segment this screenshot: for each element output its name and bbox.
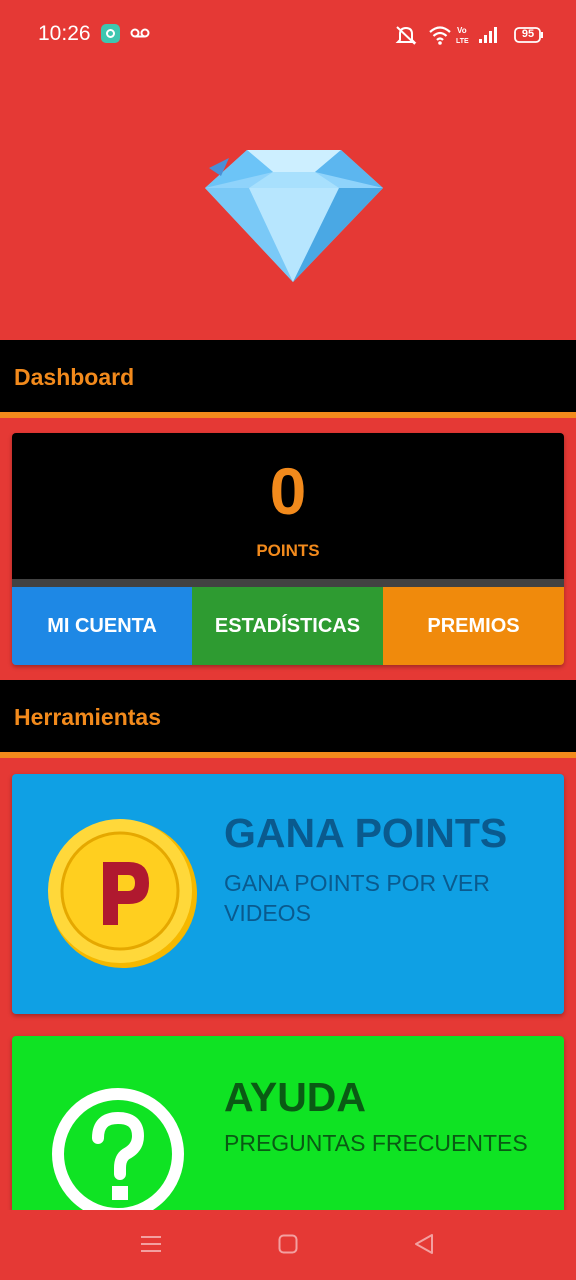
signal-icon <box>479 27 497 43</box>
ayuda-subtitle: PREGUNTAS FRECUENTES <box>224 1130 528 1156</box>
points-label: POINTS <box>256 541 320 560</box>
volte-icon: Vo LTE <box>456 26 469 45</box>
dashboard-buttons: MI CUENTA ESTADÍSTICAS PREMIOS <box>12 587 564 665</box>
diamond-icon <box>205 150 383 282</box>
gana-points-title: GANA POINTS <box>224 810 508 856</box>
hero-banner <box>0 70 576 340</box>
ayuda-title: AYUDA <box>224 1074 367 1120</box>
chat-app-icon <box>101 24 120 43</box>
herramientas-title: Herramientas <box>14 704 162 730</box>
back-icon[interactable] <box>414 1233 434 1255</box>
menu-icon[interactable] <box>140 1234 162 1254</box>
gana-points-card[interactable]: GANA POINTS GANA POINTS POR VER VIDEOS <box>12 774 564 1014</box>
points-card: 0 POINTS MI CUENTA ESTADÍSTICAS PREMIOS <box>12 433 564 665</box>
svg-text:Vo: Vo <box>457 26 467 35</box>
points-divider <box>12 579 564 587</box>
estadisticas-button[interactable]: ESTADÍSTICAS <box>192 587 383 665</box>
home-icon[interactable] <box>278 1234 298 1254</box>
points-display: 0 POINTS <box>12 433 564 579</box>
question-icon <box>52 1088 184 1210</box>
coin-p-icon <box>48 819 197 968</box>
mute-icon <box>395 26 417 45</box>
herramientas-header: Herramientas <box>0 680 576 758</box>
wifi-icon <box>429 26 451 45</box>
svg-text:LTE: LTE <box>456 38 469 45</box>
status-bar: 10:26 Vo LTE 95 <box>0 0 576 70</box>
premios-button[interactable]: PREMIOS <box>383 587 564 665</box>
battery-level: 95 <box>521 28 535 40</box>
dashboard-header: Dashboard <box>0 340 576 418</box>
gana-points-subtitle: GANA POINTS POR VER VIDEOS <box>224 870 490 926</box>
mi-cuenta-button[interactable]: MI CUENTA <box>12 587 192 665</box>
navigation-bar <box>0 1210 576 1280</box>
dashboard-title: Dashboard <box>14 364 135 390</box>
status-time: 10:26 <box>38 22 91 45</box>
points-value: 0 <box>269 454 307 528</box>
voicemail-icon <box>130 28 150 38</box>
ayuda-card[interactable]: AYUDA PREGUNTAS FRECUENTES <box>12 1036 564 1210</box>
